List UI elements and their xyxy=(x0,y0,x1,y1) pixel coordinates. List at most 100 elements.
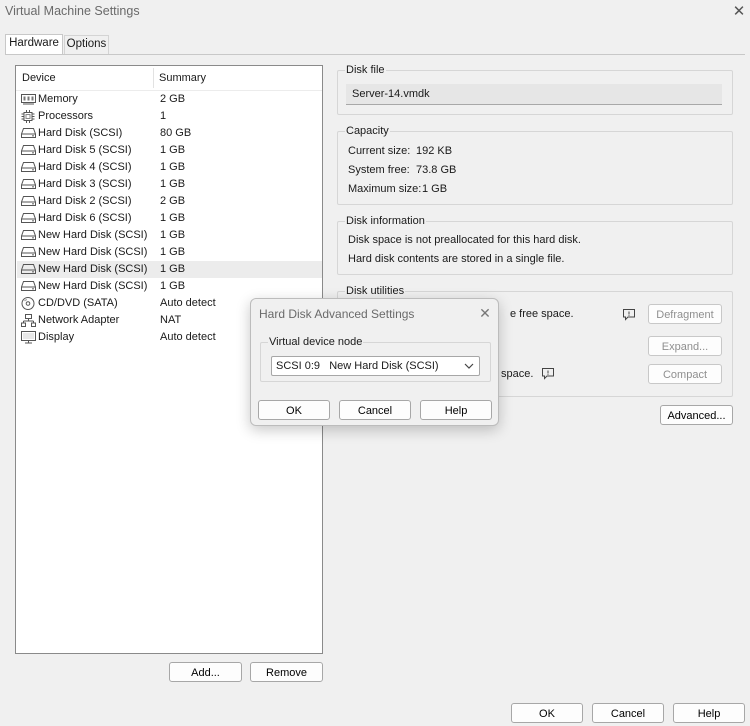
device-name: New Hard Disk (SCSI) xyxy=(38,246,148,258)
device-row[interactable]: Hard Disk 6 (SCSI) 1 GB xyxy=(17,210,322,227)
add-button[interactable]: Add... xyxy=(169,662,242,682)
disk-information-label: Disk information xyxy=(345,215,426,227)
column-header-device[interactable]: Device xyxy=(22,72,56,84)
hard-disk-icon xyxy=(21,246,36,258)
dialog-help-button[interactable]: Help xyxy=(420,400,492,420)
system-free-label: System free: xyxy=(348,164,410,176)
disk-file-group: Disk file Server-14.vmdk xyxy=(337,64,733,115)
hard-disk-icon xyxy=(21,178,36,190)
hard-disk-icon xyxy=(21,212,36,224)
device-row[interactable]: Hard Disk 2 (SCSI) 2 GB xyxy=(17,193,322,210)
info-icon[interactable] xyxy=(622,308,636,321)
compact-button[interactable]: Compact xyxy=(648,364,722,384)
display-icon xyxy=(21,331,36,344)
current-size-label: Current size: xyxy=(348,145,411,157)
virtual-device-node-value: SCSI 0:9 New Hard Disk (SCSI) xyxy=(276,360,439,372)
disk-file-field[interactable]: Server-14.vmdk xyxy=(346,84,722,105)
device-name: Hard Disk (SCSI) xyxy=(38,127,123,139)
device-summary: 1 GB xyxy=(160,212,186,224)
info-icon[interactable] xyxy=(541,367,555,380)
device-summary: Auto detect xyxy=(160,331,216,343)
network-adapter-icon xyxy=(21,314,36,327)
device-row[interactable]: Hard Disk 5 (SCSI) 1 GB xyxy=(17,142,322,159)
device-row[interactable]: New Hard Disk (SCSI) 1 GB xyxy=(17,261,322,278)
capacity-label: Capacity xyxy=(345,125,390,137)
hard-disk-icon xyxy=(21,161,36,173)
current-size-value: 192 KB xyxy=(416,145,453,157)
device-name: CD/DVD (SATA) xyxy=(38,297,118,309)
close-icon[interactable]: ✕ xyxy=(477,305,493,321)
hard-disk-icon xyxy=(21,280,36,292)
ok-button[interactable]: OK xyxy=(511,703,583,723)
device-name: Hard Disk 4 (SCSI) xyxy=(38,161,132,173)
list-header: Device Summary xyxy=(16,66,322,91)
device-summary: 1 GB xyxy=(160,263,186,275)
device-summary: 1 xyxy=(160,110,167,122)
processor-icon xyxy=(21,110,35,123)
device-summary: 2 GB xyxy=(160,93,186,105)
cd-dvd-icon xyxy=(21,297,35,310)
device-row[interactable]: Memory 2 GB xyxy=(17,91,322,108)
advanced-settings-dialog: Hard Disk Advanced Settings ✕ Virtual de… xyxy=(250,298,499,426)
capacity-group: Capacity Current size: 192 KB System fre… xyxy=(337,125,733,205)
device-name: New Hard Disk (SCSI) xyxy=(38,280,148,292)
remove-button[interactable]: Remove xyxy=(250,662,323,682)
disk-file-label: Disk file xyxy=(345,64,386,76)
cancel-button[interactable]: Cancel xyxy=(592,703,664,723)
dialog-title: Hard Disk Advanced Settings xyxy=(259,307,415,321)
device-name: New Hard Disk (SCSI) xyxy=(38,263,148,275)
device-row[interactable]: New Hard Disk (SCSI) 1 GB xyxy=(17,244,322,261)
advanced-button[interactable]: Advanced... xyxy=(660,405,733,425)
chevron-down-icon xyxy=(464,363,474,369)
defragment-button[interactable]: Defragment xyxy=(648,304,722,324)
tab-hardware[interactable]: Hardware xyxy=(5,34,63,54)
hard-disk-icon xyxy=(21,229,36,241)
close-icon[interactable]: ✕ xyxy=(730,2,748,22)
help-button[interactable]: Help xyxy=(673,703,745,723)
device-summary: 80 GB xyxy=(160,127,192,139)
hard-disk-icon xyxy=(21,127,36,139)
device-name: Memory xyxy=(38,93,78,105)
disk-info-line-1: Disk space is not preallocated for this … xyxy=(348,234,581,246)
dialog-ok-button[interactable]: OK xyxy=(258,400,330,420)
tab-options[interactable]: Options xyxy=(64,35,109,54)
device-name: Hard Disk 3 (SCSI) xyxy=(38,178,132,190)
device-summary: 1 GB xyxy=(160,280,186,292)
title-bar: Virtual Machine Settings ✕ xyxy=(0,0,750,26)
maximum-size-label: Maximum size: xyxy=(348,183,422,195)
expand-button[interactable]: Expand... xyxy=(648,336,722,356)
compact-description: space. xyxy=(501,368,534,380)
hard-disk-icon xyxy=(21,144,36,156)
dialog-cancel-button[interactable]: Cancel xyxy=(339,400,411,420)
device-row[interactable]: Processors 1 xyxy=(17,108,322,125)
device-row[interactable]: Hard Disk 4 (SCSI) 1 GB xyxy=(17,159,322,176)
disk-utilities-label: Disk utilities xyxy=(345,285,406,297)
device-row[interactable]: New Hard Disk (SCSI) 1 GB xyxy=(17,227,322,244)
device-summary: 1 GB xyxy=(160,144,186,156)
device-name: Display xyxy=(38,331,75,343)
device-name: Hard Disk 6 (SCSI) xyxy=(38,212,132,224)
device-summary: Auto detect xyxy=(160,297,216,309)
device-summary: 1 GB xyxy=(160,178,186,190)
memory-icon xyxy=(21,93,36,105)
device-name: Hard Disk 2 (SCSI) xyxy=(38,195,132,207)
disk-information-group: Disk information Disk space is not preal… xyxy=(337,215,733,275)
maximum-size-value: 1 GB xyxy=(422,183,448,195)
device-name: Hard Disk 5 (SCSI) xyxy=(38,144,132,156)
device-summary: 2 GB xyxy=(160,195,186,207)
device-summary: 1 GB xyxy=(160,229,186,241)
virtual-device-node-group: Virtual device node SCSI 0:9 New Hard Di… xyxy=(260,336,491,382)
hard-disk-icon xyxy=(21,263,36,275)
window-title: Virtual Machine Settings xyxy=(5,4,140,18)
virtual-device-node-select[interactable]: SCSI 0:9 New Hard Disk (SCSI) xyxy=(271,356,480,376)
device-name: New Hard Disk (SCSI) xyxy=(38,229,148,241)
device-row[interactable]: Hard Disk 3 (SCSI) 1 GB xyxy=(17,176,322,193)
hard-disk-icon xyxy=(21,195,36,207)
device-summary: 1 GB xyxy=(160,161,186,173)
defragment-description: e free space. xyxy=(510,308,574,320)
column-header-summary[interactable]: Summary xyxy=(159,72,206,84)
device-row[interactable]: New Hard Disk (SCSI) 1 GB xyxy=(17,278,322,295)
device-row[interactable]: Hard Disk (SCSI) 80 GB xyxy=(17,125,322,142)
column-separator[interactable] xyxy=(153,68,154,88)
virtual-device-node-label: Virtual device node xyxy=(268,336,364,348)
